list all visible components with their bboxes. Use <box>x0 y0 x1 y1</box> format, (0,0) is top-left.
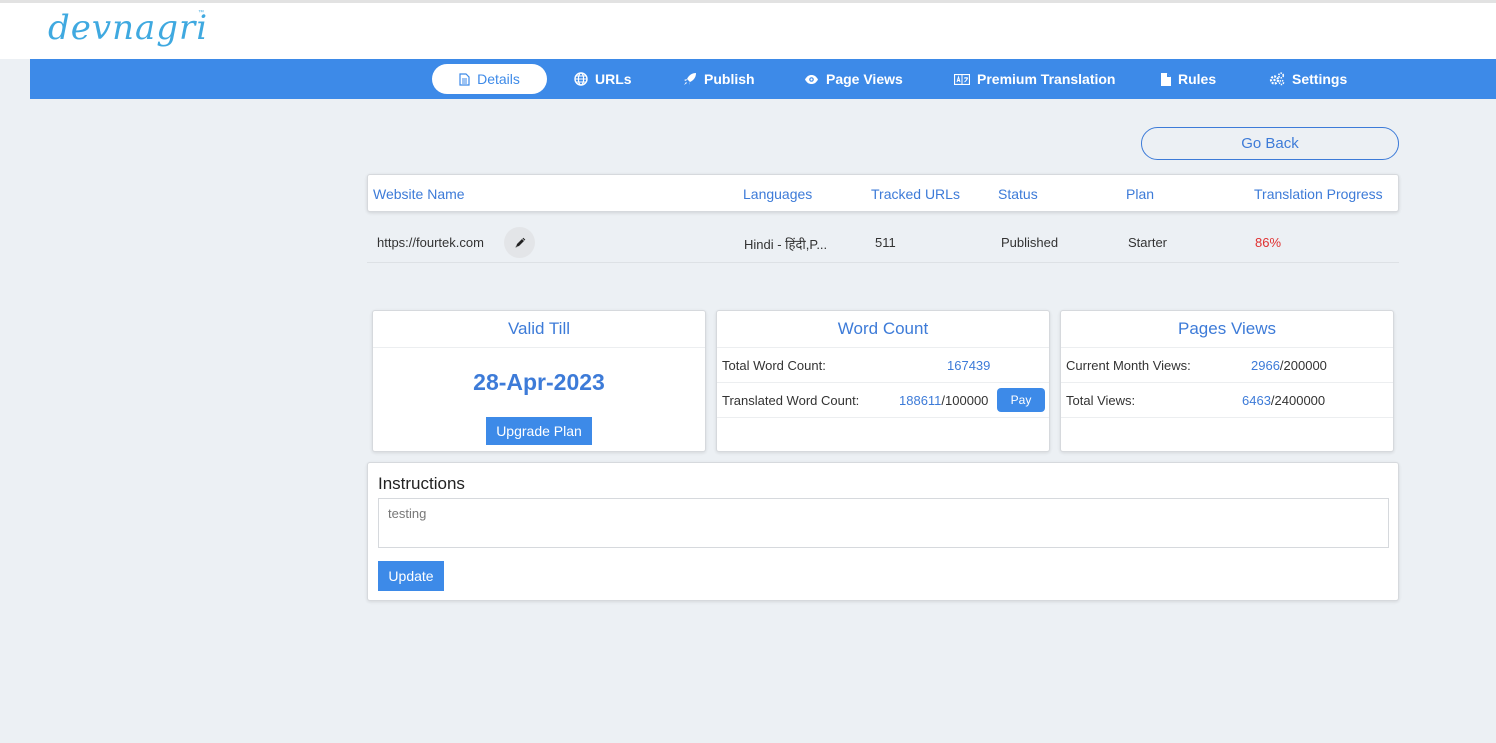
page-views-card: Pages Views Current Month Views: 2966/20… <box>1060 310 1394 452</box>
edit-website-button[interactable] <box>504 227 535 258</box>
total-views-value: 6463/2400000 <box>1242 393 1325 408</box>
total-word-count-row: Total Word Count: 167439 <box>717 348 1049 383</box>
current-month-views-used: 2966 <box>1251 358 1280 373</box>
column-website-name[interactable]: Website Name <box>373 186 465 202</box>
translated-word-count-value: 188611/100000 <box>899 393 988 408</box>
instructions-card: Instructions testing Update <box>367 462 1399 601</box>
tab-details-label: Details <box>477 71 520 87</box>
logo-text: devnagri <box>48 8 209 48</box>
tab-settings[interactable]: Settings <box>1269 64 1347 94</box>
column-languages[interactable]: Languages <box>743 186 812 202</box>
valid-till-title: Valid Till <box>373 311 705 348</box>
document-icon <box>459 72 470 86</box>
translated-word-count-row: Translated Word Count: 188611/100000 Pay <box>717 383 1049 418</box>
translated-word-count-label: Translated Word Count: <box>722 393 860 408</box>
valid-till-card: Valid Till 28-Apr-2023 Upgrade Plan <box>372 310 706 452</box>
eye-icon <box>805 74 818 84</box>
total-word-count-value: 167439 <box>947 358 991 373</box>
logo-trademark: ™ <box>198 10 204 16</box>
total-views-label: Total Views: <box>1066 393 1136 408</box>
website-tracked-urls: 511 <box>875 235 896 250</box>
current-month-views-value: 2966/200000 <box>1251 358 1327 373</box>
website-plan: Starter <box>1128 235 1168 250</box>
tab-publish[interactable]: Publish <box>683 64 755 94</box>
valid-till-date: 28-Apr-2023 <box>473 369 605 395</box>
website-status: Published <box>1001 235 1059 250</box>
websites-table-header: Website Name Languages Tracked URLs Stat… <box>367 174 1399 212</box>
tab-premium-translation[interactable]: Premium Translation <box>954 64 1115 94</box>
translate-icon <box>954 73 970 85</box>
main-navbar: Details URLs Publish Page Views Premium … <box>30 59 1496 99</box>
total-views-used: 6463 <box>1242 393 1271 408</box>
website-translation-progress: 86% <box>1255 235 1282 250</box>
table-row: https://fourtek.com Hindi - हिंदी,P... 5… <box>367 222 1399 263</box>
rocket-icon <box>684 73 696 85</box>
website-url[interactable]: https://fourtek.com <box>377 235 484 250</box>
go-back-button[interactable]: Go Back <box>1141 127 1399 160</box>
website-languages: Hindi - हिंदी,P... <box>744 237 828 252</box>
current-month-views-limit: /200000 <box>1279 358 1327 373</box>
file-icon <box>1161 72 1171 86</box>
tab-urls[interactable]: URLs <box>574 64 632 94</box>
translated-word-count-used: 188611 <box>899 393 942 408</box>
header: devnagri ™ <box>0 3 1496 59</box>
tab-publish-label: Publish <box>704 71 755 87</box>
column-plan[interactable]: Plan <box>1126 186 1154 202</box>
column-tracked-urls[interactable]: Tracked URLs <box>871 186 960 202</box>
instructions-title: Instructions <box>378 474 465 493</box>
total-views-limit: /2400000 <box>1270 393 1326 408</box>
update-button[interactable]: Update <box>378 561 444 591</box>
column-status[interactable]: Status <box>998 186 1038 202</box>
tab-urls-label: URLs <box>595 71 632 87</box>
tab-page-views-label: Page Views <box>826 71 903 87</box>
tab-rules-label: Rules <box>1178 71 1217 87</box>
tab-settings-label: Settings <box>1292 71 1348 87</box>
column-translation-progress[interactable]: Translation Progress <box>1254 186 1383 202</box>
globe-icon <box>574 72 588 86</box>
tab-page-views[interactable]: Page Views <box>804 64 903 94</box>
tab-rules[interactable]: Rules <box>1161 64 1216 94</box>
tab-details[interactable]: Details <box>432 64 547 94</box>
devnagri-logo[interactable]: devnagri ™ <box>48 8 208 48</box>
word-count-card: Word Count Total Word Count: 167439 Tran… <box>716 310 1050 452</box>
pay-button[interactable]: Pay <box>997 388 1045 412</box>
current-month-views-row: Current Month Views: 2966/200000 <box>1061 348 1393 383</box>
pencil-icon <box>515 237 525 247</box>
instructions-textarea[interactable]: testing <box>378 498 1389 548</box>
current-month-views-label: Current Month Views: <box>1066 358 1191 373</box>
page-views-title: Pages Views <box>1061 311 1393 348</box>
tab-premium-translation-label: Premium Translation <box>977 71 1116 87</box>
gears-icon <box>1269 72 1285 86</box>
upgrade-plan-button[interactable]: Upgrade Plan <box>486 417 592 445</box>
translated-word-count-limit: /100000 <box>941 393 989 408</box>
word-count-title: Word Count <box>717 311 1049 348</box>
total-views-row: Total Views: 6463/2400000 <box>1061 383 1393 418</box>
total-word-count-label: Total Word Count: <box>722 358 826 373</box>
